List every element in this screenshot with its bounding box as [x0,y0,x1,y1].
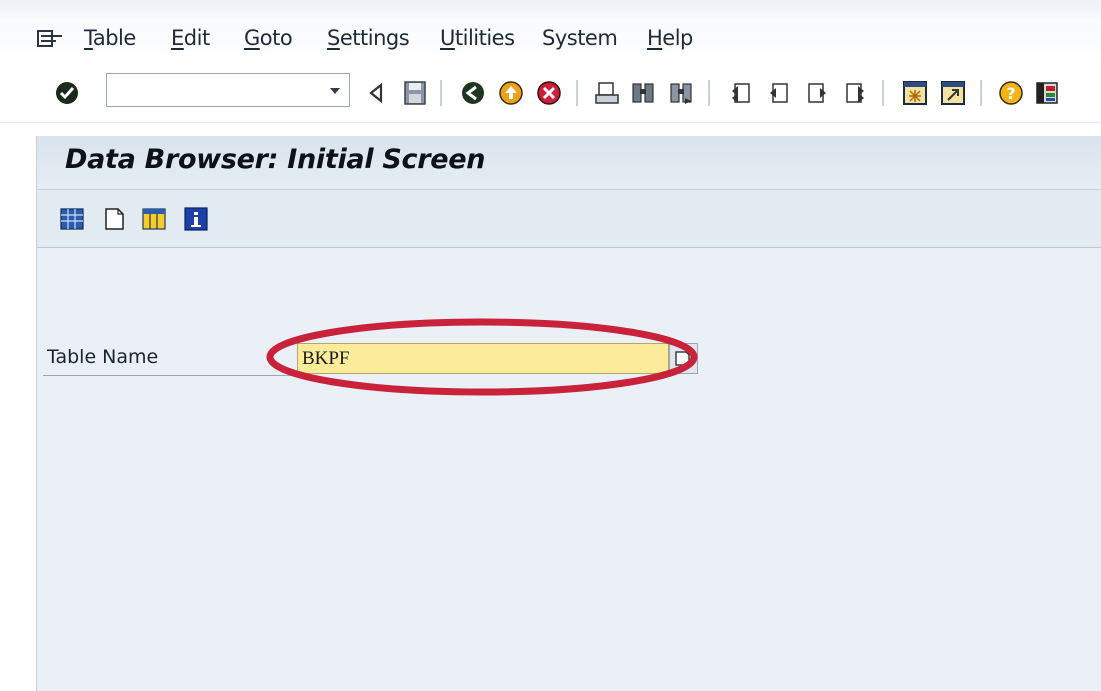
menu-settings[interactable]: Settings [327,26,410,50]
menu-edit[interactable]: Edit [171,26,210,50]
title-bar: Data Browser: Initial Screen [37,136,1101,190]
menu-utilities[interactable]: Utilities [440,26,515,50]
enter-icon[interactable] [52,78,82,108]
info-icon[interactable] [183,206,209,232]
label-underline [43,375,301,376]
menu-table[interactable]: Table [84,26,136,50]
command-input[interactable] [109,76,321,106]
toolbar-separator [882,80,884,106]
toolbar-separator [708,80,710,106]
table-name-input[interactable] [297,343,669,374]
next-page-icon[interactable] [802,78,832,108]
find-next-icon[interactable] [666,78,696,108]
menu-bar: Table Edit Goto Settings Utilities Syste… [0,0,1101,66]
previous-page-icon[interactable] [764,78,794,108]
back-arrow-icon[interactable] [362,78,392,108]
save-icon[interactable] [400,78,430,108]
generate-shortcut-icon[interactable] [938,78,968,108]
find-icon[interactable] [628,78,658,108]
table-name-label: Table Name [47,346,159,368]
toolbar-separator [440,80,442,106]
standard-toolbar: ? [0,66,1101,123]
value-help-button[interactable] [669,343,698,374]
table-contents-icon[interactable] [59,206,85,232]
back-icon[interactable] [458,78,488,108]
create-entries-icon[interactable] [101,206,127,232]
main-area: Data Browser: Initial Screen Table Name [36,136,1101,691]
command-field[interactable] [106,73,350,107]
menu-icon[interactable] [36,28,64,54]
chevron-down-icon[interactable] [327,83,343,97]
help-icon[interactable]: ? [996,78,1026,108]
cancel-icon[interactable] [534,78,564,108]
exit-icon[interactable] [496,78,526,108]
menu-goto[interactable]: Goto [244,26,293,50]
page-title: Data Browser: Initial Screen [65,144,486,175]
print-icon[interactable] [592,78,622,108]
customize-layout-icon[interactable] [1032,78,1062,108]
table-layout-icon[interactable] [141,206,167,232]
menu-system[interactable]: System [542,26,618,50]
first-page-icon[interactable] [726,78,756,108]
menu-help[interactable]: Help [647,26,693,50]
create-session-icon[interactable] [900,78,930,108]
application-toolbar [37,190,1101,248]
svg-text:?: ? [1006,84,1015,103]
toolbar-separator [980,80,982,106]
last-page-icon[interactable] [840,78,870,108]
toolbar-separator [576,80,578,106]
